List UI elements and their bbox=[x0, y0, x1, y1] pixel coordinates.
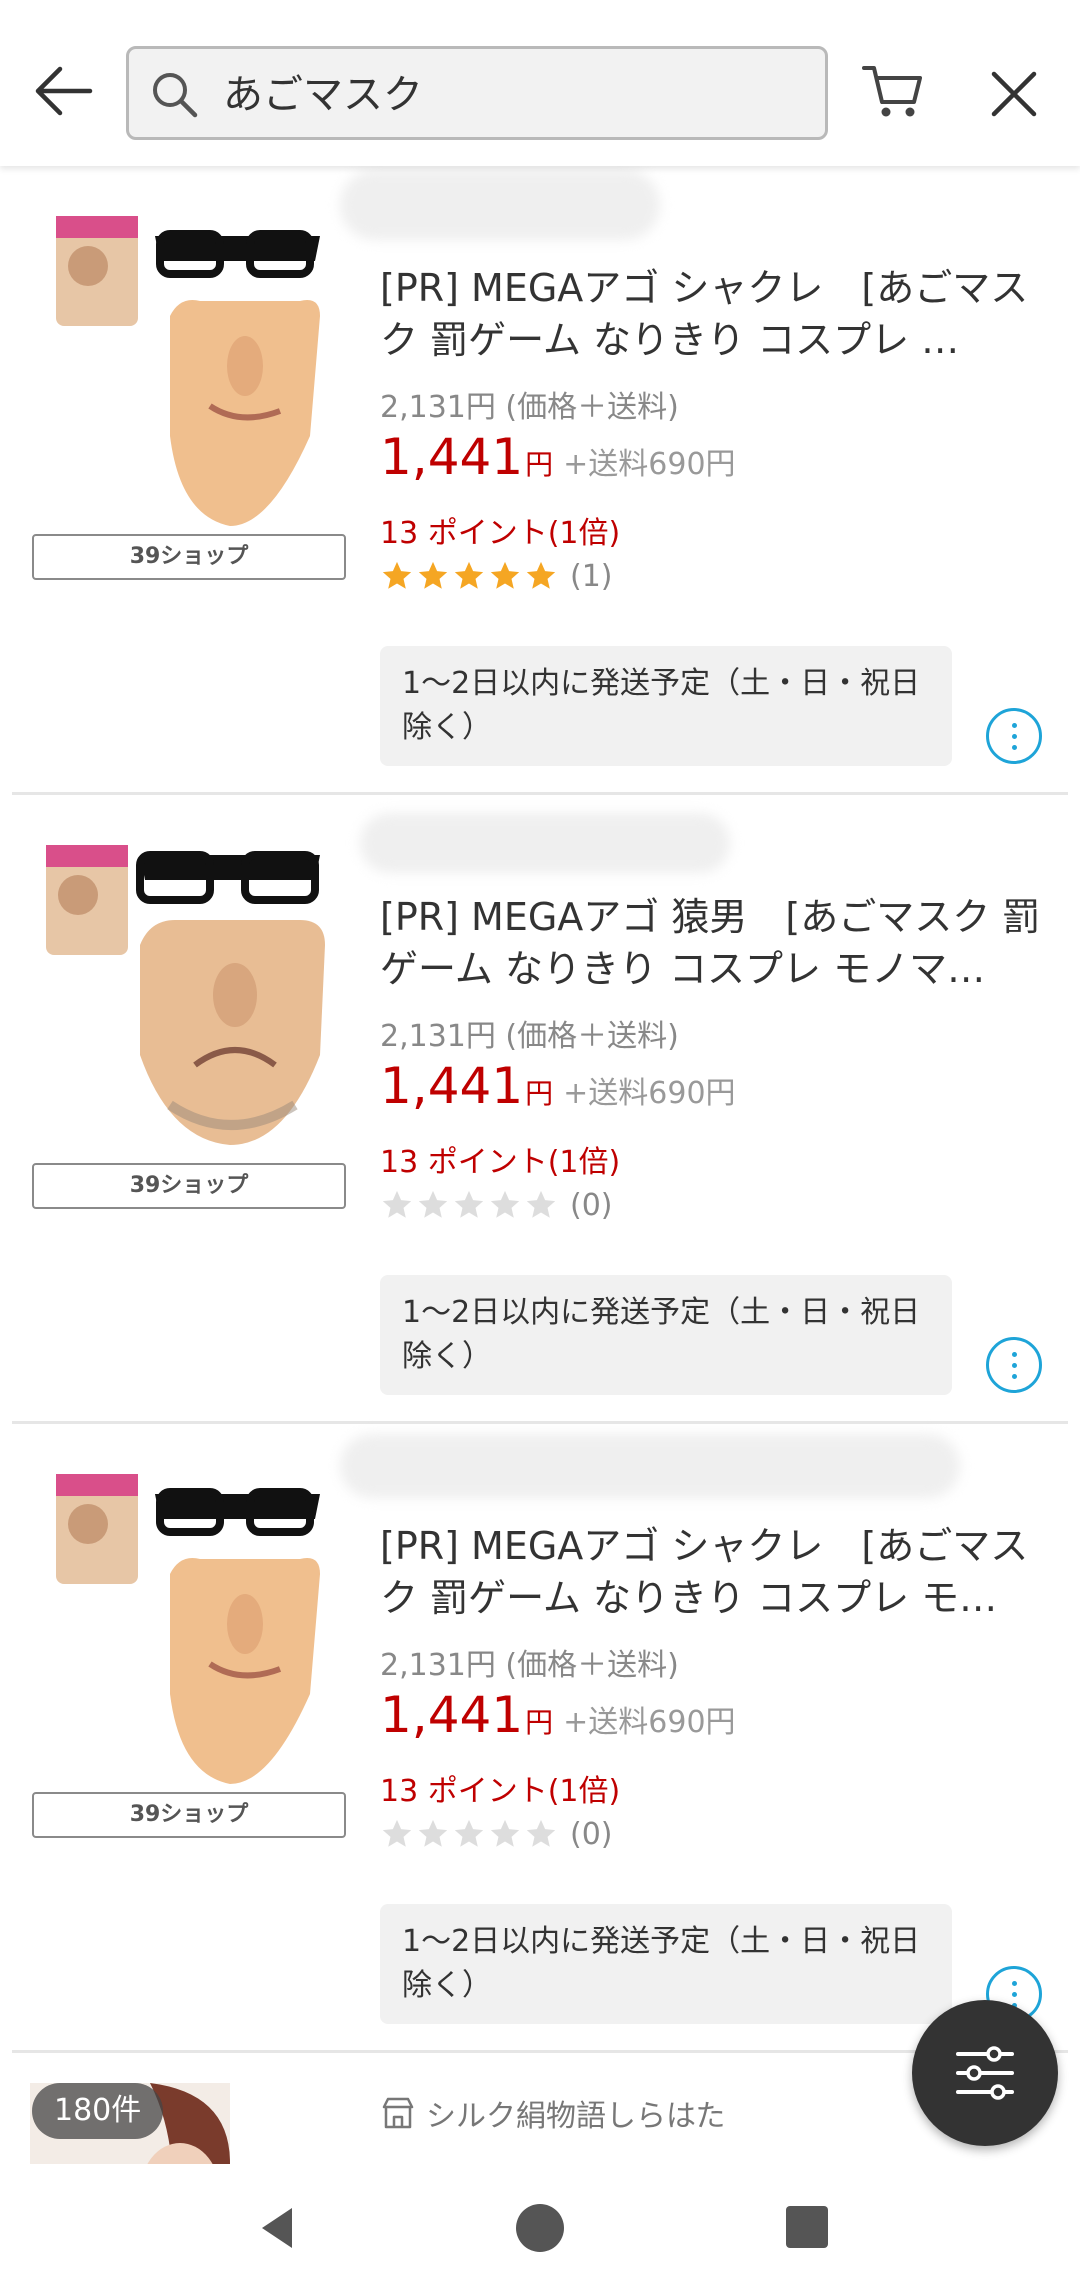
back-button[interactable] bbox=[28, 55, 100, 127]
review-count: (1) bbox=[570, 558, 613, 594]
rating[interactable]: (0) bbox=[380, 1185, 613, 1225]
product-title[interactable]: [PR] MEGAアゴ 猿男 [あごマスク 罰ゲーム なりきり コスプレ モノマ… bbox=[380, 891, 1050, 995]
more-vertical-icon bbox=[1012, 1352, 1017, 1357]
more-vertical-icon bbox=[1012, 1981, 1017, 1986]
search-icon bbox=[153, 73, 198, 118]
price-row: 1,441円 +送料690円 bbox=[380, 428, 736, 486]
star-icon bbox=[382, 1819, 412, 1847]
price: 1,441 bbox=[380, 1057, 524, 1115]
star-icon bbox=[490, 1190, 520, 1218]
close-button[interactable] bbox=[986, 66, 1042, 122]
star-icon bbox=[526, 1819, 556, 1847]
cart-button[interactable] bbox=[858, 56, 928, 126]
star-icon bbox=[526, 1190, 556, 1218]
price-yen: 円 bbox=[525, 1706, 554, 1739]
nav-home-icon[interactable] bbox=[516, 2204, 564, 2252]
total-price: 2,131円 (価格＋送料) bbox=[380, 1648, 679, 1683]
redacted-shop-name bbox=[340, 1434, 960, 1498]
review-count: (0) bbox=[570, 1816, 613, 1852]
nav-back-icon[interactable] bbox=[248, 2198, 308, 2258]
search-input[interactable]: あごマスク bbox=[126, 46, 828, 140]
shop-tag[interactable]: 39ショップ bbox=[32, 1163, 346, 1209]
product-image[interactable] bbox=[30, 206, 348, 536]
more-options-button[interactable] bbox=[986, 1337, 1042, 1393]
result-count-badge: 180件 bbox=[32, 2083, 164, 2139]
arrow-left-icon bbox=[35, 66, 93, 116]
shipping-note: 1〜2日以内に発送予定（土・日・祝日除く） bbox=[380, 646, 952, 766]
store-icon bbox=[382, 2097, 414, 2129]
product-item[interactable]: 39ショップ [PR] MEGAアゴ 猿男 [あごマスク 罰ゲーム なりきり コ… bbox=[0, 795, 1080, 1424]
star-icon bbox=[454, 1819, 484, 1847]
shipping-note: 1〜2日以内に発送予定（土・日・祝日除く） bbox=[380, 1275, 952, 1395]
redacted-shop-name bbox=[340, 170, 660, 240]
product-image[interactable] bbox=[30, 1464, 348, 1794]
review-count: (0) bbox=[570, 1187, 613, 1223]
search-results-list[interactable]: 39ショップ [PR] MEGAアゴ シャクレ [あごマスク 罰ゲーム なりきり… bbox=[0, 166, 1080, 2164]
filter-button[interactable] bbox=[912, 2000, 1058, 2146]
total-price: 2,131円 (価格＋送料) bbox=[380, 390, 679, 425]
rating[interactable]: (1) bbox=[380, 556, 613, 596]
close-icon bbox=[991, 71, 1037, 117]
star-icon bbox=[454, 561, 484, 589]
star-icon bbox=[454, 1190, 484, 1218]
star-rating bbox=[380, 1817, 558, 1851]
star-rating bbox=[380, 1188, 558, 1222]
product-title[interactable]: [PR] MEGAアゴ シャクレ [あごマスク 罰ゲーム なりきり コスプレ モ… bbox=[380, 1520, 1050, 1624]
shop-name: シルク絹物語しらはた bbox=[426, 2099, 726, 2134]
star-icon bbox=[526, 561, 556, 589]
star-icon bbox=[418, 561, 448, 589]
product-title[interactable]: [PR] MEGAアゴ シャクレ [あごマスク 罰ゲーム なりきり コスプレ … bbox=[380, 262, 1050, 366]
star-icon bbox=[490, 561, 520, 589]
redacted-shop-name bbox=[360, 813, 730, 873]
star-rating bbox=[380, 559, 558, 593]
filter-sliders-icon bbox=[956, 2046, 1014, 2100]
shop-tag[interactable]: 39ショップ bbox=[32, 534, 346, 580]
total-price: 2,131円 (価格＋送料) bbox=[380, 1019, 679, 1054]
star-icon bbox=[418, 1190, 448, 1218]
price: 1,441 bbox=[380, 428, 524, 486]
price-row: 1,441円 +送料690円 bbox=[380, 1686, 736, 1744]
more-vertical-icon bbox=[1012, 723, 1017, 728]
price-yen: 円 bbox=[525, 1077, 554, 1110]
product-item[interactable]: 39ショップ [PR] MEGAアゴ シャクレ [あごマスク 罰ゲーム なりきり… bbox=[0, 166, 1080, 795]
points: 13 ポイント(1倍) bbox=[380, 1145, 621, 1180]
price-row: 1,441円 +送料690円 bbox=[380, 1057, 736, 1115]
points: 13 ポイント(1倍) bbox=[380, 1774, 621, 1809]
star-icon bbox=[490, 1819, 520, 1847]
star-icon bbox=[382, 1190, 412, 1218]
points: 13 ポイント(1倍) bbox=[380, 516, 621, 551]
more-options-button[interactable] bbox=[986, 708, 1042, 764]
product-image[interactable] bbox=[30, 835, 348, 1165]
shipping-fee: +送料690円 bbox=[563, 447, 736, 482]
shipping-fee: +送料690円 bbox=[563, 1705, 736, 1740]
price: 1,441 bbox=[380, 1686, 524, 1744]
star-icon bbox=[382, 561, 412, 589]
search-query-text: あごマスク bbox=[223, 72, 423, 118]
nav-recents-icon[interactable] bbox=[786, 2206, 828, 2248]
star-icon bbox=[418, 1819, 448, 1847]
cart-icon bbox=[862, 66, 922, 117]
shipping-note: 1〜2日以内に発送予定（土・日・祝日除く） bbox=[380, 1904, 952, 2024]
shipping-fee: +送料690円 bbox=[563, 1076, 736, 1111]
app-header: あごマスク bbox=[0, 0, 1080, 166]
price-yen: 円 bbox=[525, 448, 554, 481]
shop-tag[interactable]: 39ショップ bbox=[32, 1792, 346, 1838]
product-item[interactable]: 39ショップ [PR] MEGAアゴ シャクレ [あごマスク 罰ゲーム なりきり… bbox=[0, 1424, 1080, 2053]
system-nav-bar bbox=[0, 2164, 1080, 2292]
shop-line[interactable]: シルク絹物語しらはた bbox=[380, 2091, 725, 2135]
rating[interactable]: (0) bbox=[380, 1814, 613, 1854]
